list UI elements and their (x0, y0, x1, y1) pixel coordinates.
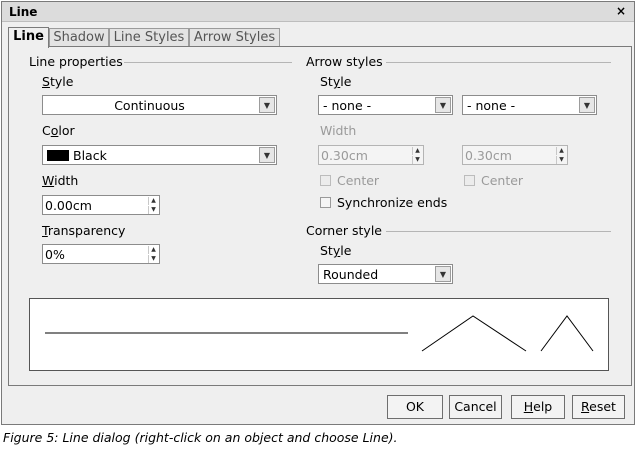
spin-up-icon[interactable]: ▲ (148, 246, 158, 254)
spin-down-icon[interactable]: ▼ (148, 206, 158, 214)
spin-up-icon: ▲ (412, 147, 422, 155)
arrow-end-style-select[interactable]: - none - ▼ (462, 95, 597, 115)
tab-shadow[interactable]: Shadow (49, 28, 109, 46)
line-color-select[interactable]: Black ▼ (42, 145, 277, 165)
reset-button[interactable]: Reset (572, 395, 625, 419)
chevron-down-icon[interactable]: ▼ (259, 147, 275, 163)
corner-style-label: Style (320, 243, 352, 258)
arrow-styles-separator (386, 62, 611, 63)
line-properties-heading: Line properties (29, 54, 123, 69)
line-color-value: Black (73, 148, 107, 163)
close-icon[interactable]: × (614, 5, 628, 19)
arrow-start-style-value: - none - (323, 98, 372, 113)
line-properties-separator (124, 62, 292, 63)
spin-up-icon: ▲ (556, 147, 566, 155)
color-swatch (47, 150, 69, 161)
arrow-start-style-select[interactable]: - none - ▼ (318, 95, 453, 115)
line-dialog: Line × Line Shadow Line Styles Arrow Sty… (1, 1, 635, 425)
checkbox-box[interactable] (320, 197, 331, 208)
checkbox-box (464, 175, 475, 186)
line-style-select[interactable]: Continuous ▼ (42, 95, 277, 115)
arrow-start-width-spinner: ▲ ▼ (318, 145, 424, 165)
figure-caption: Figure 5: Line dialog (right-click on an… (3, 430, 398, 445)
line-width-spinner[interactable]: ▲ ▼ (42, 195, 160, 215)
line-width-label: Width (42, 173, 79, 188)
line-color-label: Color (42, 123, 75, 138)
chevron-down-icon[interactable]: ▼ (435, 266, 451, 282)
tab-line[interactable]: Line (8, 27, 49, 48)
spin-down-icon[interactable]: ▼ (148, 255, 158, 263)
spin-down-icon: ▼ (556, 156, 566, 164)
corner-style-value: Rounded (323, 267, 379, 282)
arrow-styles-heading: Arrow styles (306, 54, 383, 69)
dialog-title: Line (9, 5, 38, 19)
chevron-down-icon[interactable]: ▼ (435, 97, 451, 113)
chevron-down-icon[interactable]: ▼ (579, 97, 595, 113)
spin-up-icon[interactable]: ▲ (148, 197, 158, 205)
transparency-label: Transparency (42, 223, 126, 238)
arrow-start-width-input (320, 147, 410, 163)
arrow-end-center-checkbox: Center (464, 173, 564, 189)
chevron-down-icon[interactable]: ▼ (259, 97, 275, 113)
line-style-value: Continuous (114, 98, 185, 113)
arrow-width-label: Width (320, 123, 357, 138)
line-style-label: Style (42, 74, 74, 89)
cancel-button[interactable]: Cancel (449, 395, 502, 419)
corner-style-separator (386, 231, 611, 232)
arrow-end-style-value: - none - (467, 98, 516, 113)
synchronize-ends-checkbox[interactable]: Synchronize ends (320, 195, 480, 211)
ok-button[interactable]: OK (387, 395, 443, 419)
title-bar[interactable]: Line × (2, 2, 634, 22)
corner-style-select[interactable]: Rounded ▼ (318, 264, 453, 284)
arrow-start-center-label: Center (337, 173, 380, 188)
checkbox-box (320, 175, 331, 186)
preview-peak-line (540, 315, 594, 352)
spin-down-icon: ▼ (412, 156, 422, 164)
arrow-style-label: Style (320, 74, 352, 89)
transparency-spinner[interactable]: ▲ ▼ (42, 244, 160, 264)
arrow-end-width-spinner: ▲ ▼ (462, 145, 568, 165)
help-button[interactable]: Help (511, 395, 565, 419)
tab-arrow-styles[interactable]: Arrow Styles (189, 28, 280, 46)
tab-line-styles[interactable]: Line Styles (109, 28, 189, 46)
transparency-input[interactable] (44, 246, 146, 262)
corner-style-heading: Corner style (306, 223, 382, 238)
preview-graphic (45, 315, 594, 352)
line-preview (29, 298, 609, 371)
preview-angle-line (421, 315, 527, 352)
arrow-end-center-label: Center (481, 173, 524, 188)
arrow-end-width-input (464, 147, 554, 163)
line-width-input[interactable] (44, 197, 146, 213)
arrow-start-center-checkbox: Center (320, 173, 420, 189)
synchronize-ends-label: Synchronize ends (337, 195, 448, 210)
